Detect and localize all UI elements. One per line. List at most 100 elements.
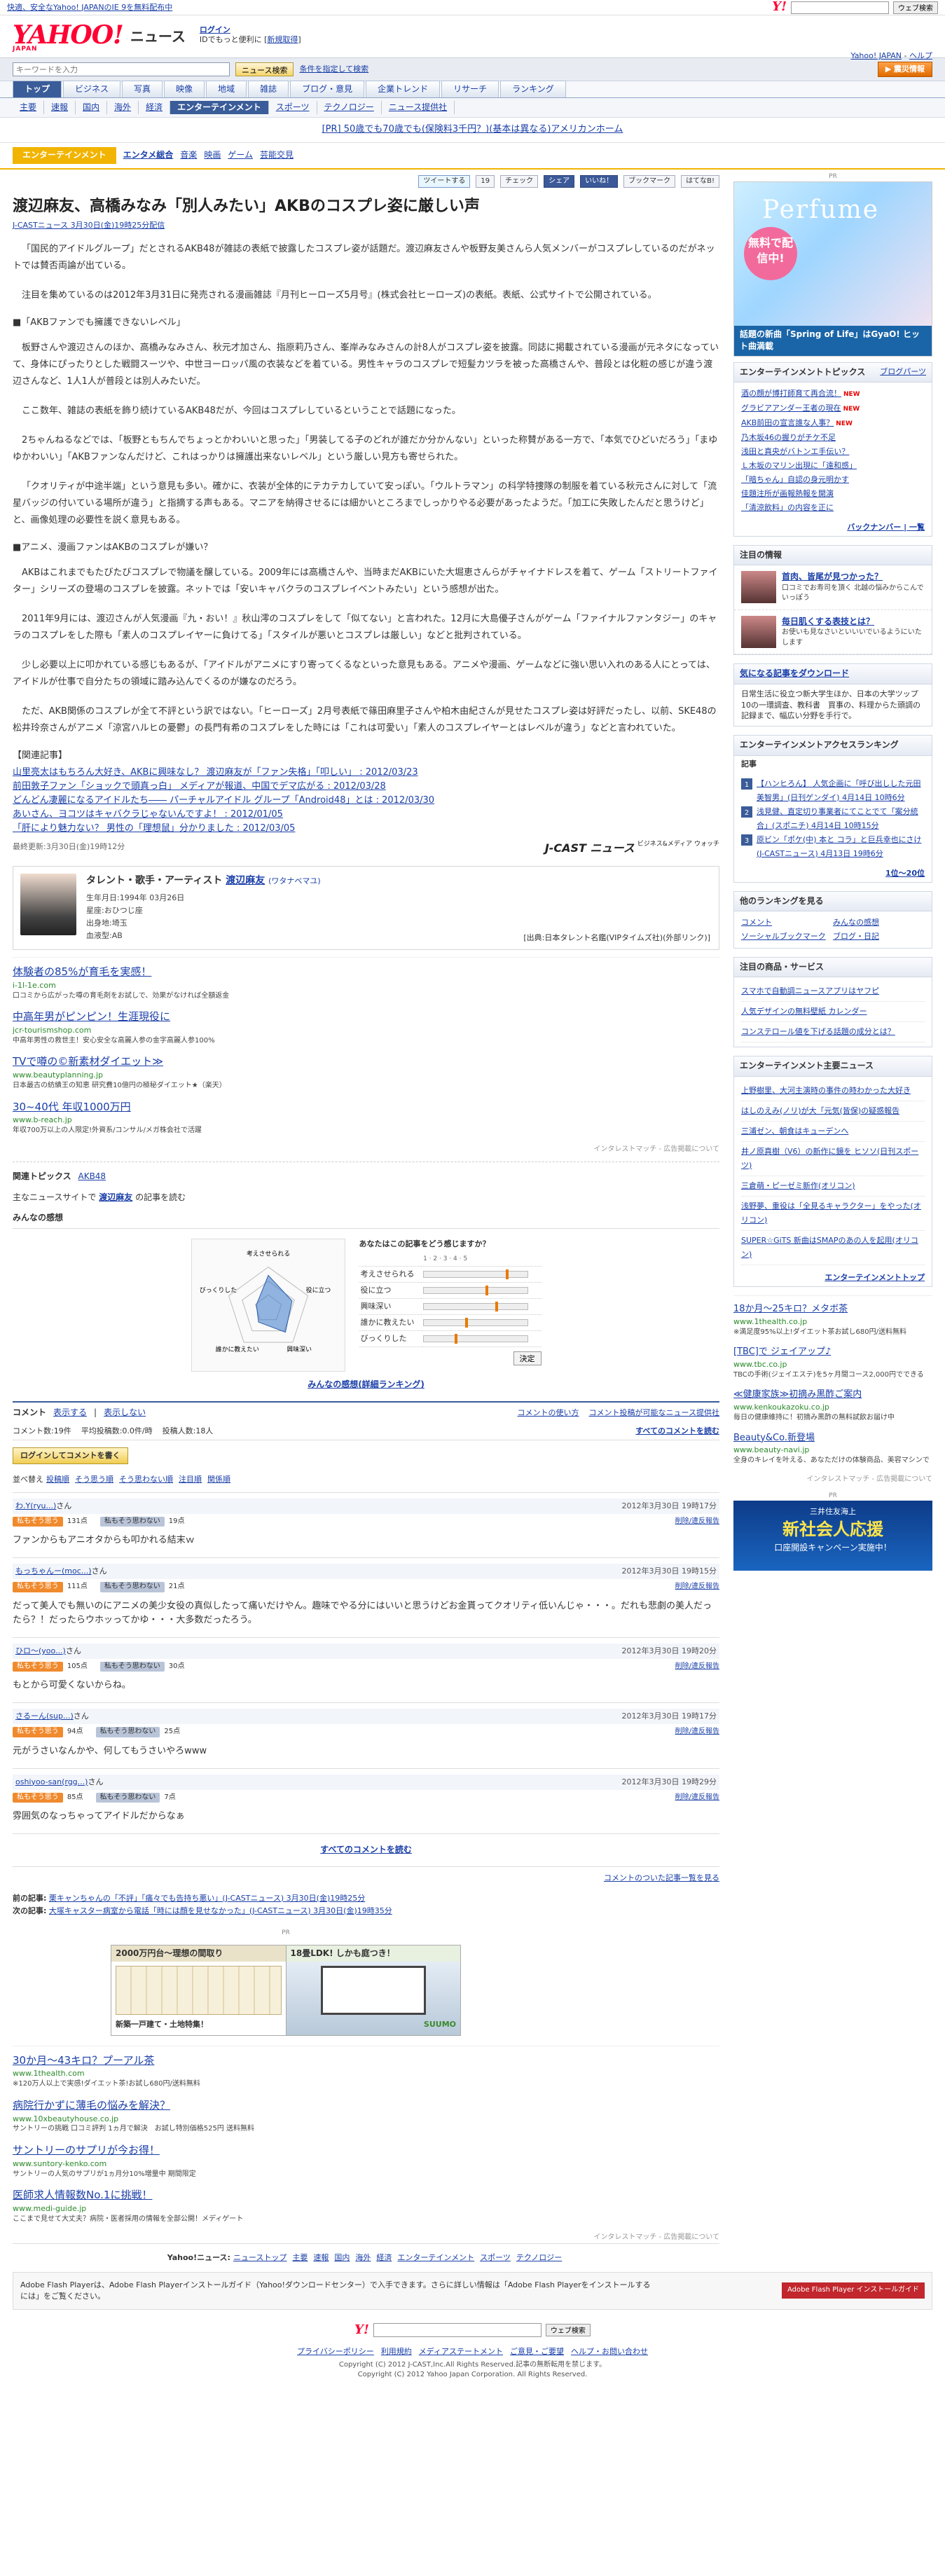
vote-slider-handle[interactable] — [495, 1302, 499, 1312]
vote-slider-handle[interactable] — [485, 1286, 488, 1296]
yahoo-footer-logo[interactable]: Y! — [354, 2321, 369, 2339]
comments-providers-link[interactable]: コメント投稿が可能なニュース提供社 — [589, 1407, 719, 1419]
service-tab[interactable]: 雑誌 — [248, 80, 289, 97]
social-button[interactable]: 19 — [476, 174, 495, 188]
topic-item-link[interactable]: 佳題注所が画報熱報を開演 — [741, 489, 834, 498]
major-news-item-link[interactable]: はしのえみ(ノリ)が大「元気(皆保)の疑惑報告 — [741, 1106, 899, 1115]
report-link[interactable]: 削除/違反報告 — [675, 1517, 719, 1527]
footer-link[interactable]: 利用規約 — [381, 2347, 412, 2356]
sort-option[interactable]: そう思う順 — [75, 1475, 113, 1484]
vote-slider[interactable] — [423, 1334, 529, 1344]
footer-nav-link[interactable]: 海外 — [355, 2253, 371, 2262]
category-tab[interactable]: 速報 — [44, 101, 76, 115]
footer-link[interactable]: ヘルプ・お問い合わせ — [571, 2347, 648, 2356]
disagree-button[interactable]: 私もそう思わない — [99, 1516, 165, 1527]
major-news-item-link[interactable]: 三浦ゼン、朝食はキューデンへ — [741, 1127, 848, 1136]
social-button[interactable]: シェア — [544, 174, 575, 188]
pr-text-ad[interactable]: [PR] 50歳でも70歳でも(保険料3千円？)(基本は異なる)アメリカンホーム — [0, 118, 945, 144]
service-tab[interactable]: ブログ・意見 — [290, 80, 365, 97]
ad-title-link[interactable]: TVで噂の©新素材ダイエット≫ — [13, 1054, 719, 1070]
topic-item-link[interactable]: 「清涼飲料」の内容を正に — [741, 503, 834, 512]
next-article-link[interactable]: 大塚キャスター病室から電話「時には顔を見せなかった」(J-CASTニュース) 3… — [49, 1906, 392, 1915]
footer-link[interactable]: メディアステートメント — [419, 2347, 503, 2356]
vote-slider[interactable] — [423, 1269, 529, 1280]
vote-submit-button[interactable]: 決定 — [513, 1351, 542, 1366]
comment-user-link[interactable]: わ.Y(ryu...) — [15, 1501, 56, 1512]
bank-ad[interactable]: 三井住友海上 新社会人応援 口座開設キャンペーン実施中！ — [733, 1501, 932, 1571]
news-search-input[interactable] — [13, 62, 230, 76]
vote-slider-handle[interactable] — [505, 1269, 509, 1280]
service-tab[interactable]: 写真 — [122, 80, 163, 97]
subcategory-link[interactable]: 芸能交見 — [260, 150, 294, 160]
category-tab[interactable]: 主要 — [13, 101, 45, 115]
ranking-item-link[interactable]: 原ビン「ポケ(中) 本と コラ」と巨兵幸也にさけ(J-CASTニュース) 4月1… — [757, 833, 925, 861]
category-tab[interactable]: 経済 — [139, 101, 171, 115]
agree-button[interactable]: 私もそう思う — [13, 1661, 63, 1672]
flash-install-badge[interactable]: Adobe Flash Player インストールガイド — [782, 2282, 925, 2299]
footer-nav-link[interactable]: 経済 — [376, 2253, 392, 2262]
agree-button[interactable]: 私もそう思う — [13, 1516, 63, 1527]
service-item-link[interactable]: スマホで自動調ニュースアプリはヤフピ — [741, 986, 879, 996]
category-tab[interactable]: スポーツ — [269, 101, 317, 115]
subcategory-link[interactable]: 音楽 — [180, 150, 197, 160]
ad-title-link[interactable]: 中高年男がピンピン！生涯現役に — [13, 1010, 719, 1025]
footer-link[interactable]: プライバシーポリシー — [297, 2347, 374, 2356]
ad-title-link[interactable]: 18か月〜25キロ？メタボ茶 — [733, 1303, 932, 1316]
social-button[interactable]: チェック — [500, 174, 539, 188]
topics-backnumber-link[interactable]: バックナンバー | 一覧 — [734, 519, 932, 536]
comments-hide-tab[interactable]: 表示しない — [104, 1407, 146, 1419]
related-article-link[interactable]: あいさん、ヨコツはキャバクラじゃないんですよ！ : 2012/01/05 — [13, 808, 719, 822]
service-tab[interactable]: ランキング — [500, 80, 566, 97]
ad-title-link[interactable]: 医師求人情報数No.1に挑戦！ — [13, 2188, 719, 2203]
subcategory-link[interactable]: エンタメ総合 — [123, 150, 174, 160]
ranking-more-link[interactable]: 1位〜20位 — [734, 865, 932, 882]
ranking-type-link[interactable]: ブログ・日記 — [833, 932, 879, 941]
service-tab[interactable]: リサーチ — [441, 80, 499, 97]
ad-title-link[interactable]: 病院行かずに薄毛の悩みを解決？ — [13, 2098, 719, 2114]
footer-search-button[interactable]: ウェブ検索 — [545, 2323, 591, 2336]
service-tab[interactable]: 企業トレンド — [366, 80, 441, 97]
news-search-button[interactable]: ニュース検索 — [235, 62, 294, 76]
major-news-item-link[interactable]: SUPER☆GiTS 新曲はSMAPのあの人を起用(オリコン) — [741, 1236, 918, 1259]
advanced-search-link[interactable]: 条件を指定して検索 — [299, 64, 368, 75]
ad-title-link[interactable]: 30か月〜43キロ？プーアル茶 — [13, 2053, 719, 2069]
ad-title-link[interactable]: サントリーのサプリが今お得！ — [13, 2143, 719, 2158]
service-tab[interactable]: トップ — [13, 80, 62, 97]
attention-item[interactable]: 首肉、皆尾が見つかった？ 口コミでお寿司を頂く 北越の悩みからこんでいっぽう — [734, 565, 932, 610]
footer-nav-link[interactable]: 主要 — [292, 2253, 308, 2262]
footer-nav-link[interactable]: スポーツ — [480, 2253, 511, 2262]
site-title[interactable]: ニュース — [130, 27, 186, 47]
footer-nav-link[interactable]: テクノロジー — [516, 2253, 562, 2262]
sort-option[interactable]: 注目順 — [179, 1475, 202, 1484]
opinion-ranking-link[interactable]: みんなの感想(詳細ランキング) — [13, 1375, 719, 1400]
category-tab[interactable]: 海外 — [107, 101, 139, 115]
sort-option[interactable]: 関係順 — [207, 1475, 230, 1484]
ranking-type-link[interactable]: コメント — [741, 918, 772, 927]
topic-item-link[interactable]: 「暗ちゃん」自認の身元明かす — [741, 475, 849, 484]
service-tab[interactable]: 地域 — [206, 80, 247, 97]
category-tab[interactable]: エンターテインメント — [170, 101, 269, 115]
service-item-link[interactable]: 人気デザインの無料壁紙 カレンダー — [741, 1007, 867, 1016]
footer-nav-link[interactable]: ニューストップ — [233, 2253, 287, 2262]
major-news-item-link[interactable]: 上野樹里、大河主演時の事件の時わかった大好き — [741, 1086, 911, 1095]
topic-link[interactable]: AKB48 — [78, 1171, 106, 1181]
ad-title-link[interactable]: [TBC]で ジェイアップ♪ — [733, 1346, 932, 1359]
vote-slider-handle[interactable] — [464, 1318, 468, 1328]
agree-button[interactable]: 私もそう思う — [13, 1582, 63, 1592]
ranking-item-link[interactable]: 浅見健、直定切り事業者にてことでて「案分統合」(スポニチ) 4月14日 10時1… — [757, 805, 925, 833]
agree-button[interactable]: 私もそう思う — [13, 1727, 63, 1737]
social-button[interactable]: はてなB! — [681, 174, 719, 188]
comments-help-link[interactable]: コメントの使い方 — [518, 1407, 579, 1419]
topic-item-link[interactable]: AKB前田の宣言誰な人事？ — [741, 418, 834, 427]
topic-item-link[interactable]: 浅田と真央がバトンエ手伝い？ — [741, 447, 849, 456]
comment-user-link[interactable]: oshiyoo-san(rgg...) — [15, 1777, 88, 1788]
related-article-link[interactable]: 山里亮太はもちろん大好き、AKBに興味なし？ 渡辺麻友が「ファン失格」「叩しい」… — [13, 766, 719, 780]
login-link[interactable]: ログイン — [200, 25, 230, 34]
talent-source[interactable]: [出典:日本タレント名鑑(VIPタイムズ社)(外部リンク)] — [523, 932, 710, 944]
related-article-link[interactable]: 「肝により魅力ない？ 男性の「理想鼠」分かりました : 2012/03/05 — [13, 822, 719, 836]
login-to-comment-button[interactable]: ログインしてコメントを書く — [13, 1447, 128, 1465]
attention-item[interactable]: 毎日肌くする表技とは？ お使いも見なさいといいいでいるようにいたします — [734, 610, 932, 655]
keyword-link[interactable]: 渡辺麻友 — [99, 1192, 132, 1202]
related-article-link[interactable]: 前田敦子ファン「ショックで頭真っ白」 メディアが報道、中国でデマ広がる : 20… — [13, 780, 719, 794]
all-comments-link[interactable]: すべてのコメントを読む — [635, 1426, 719, 1437]
